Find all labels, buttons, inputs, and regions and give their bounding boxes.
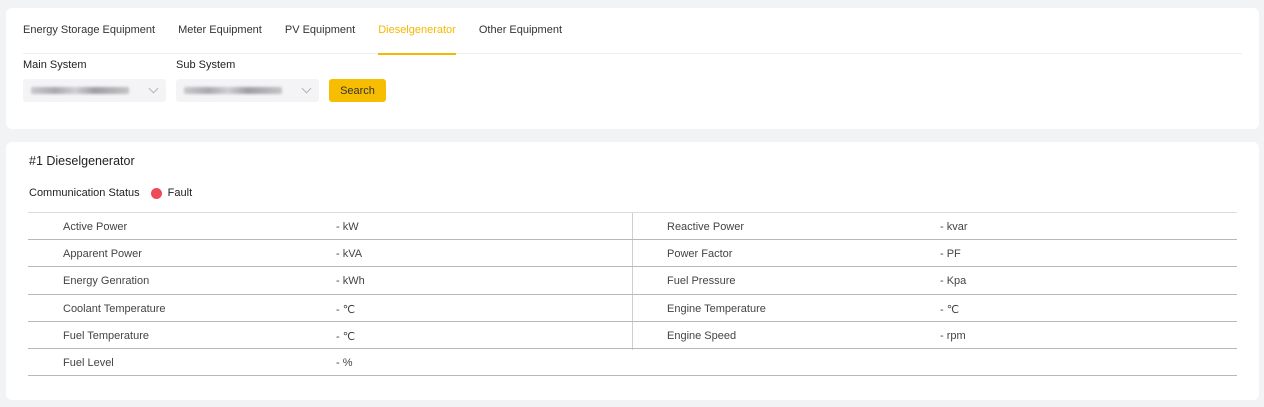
metric-value: - PF (940, 248, 961, 261)
tab-meter[interactable]: Meter Equipment (178, 23, 262, 54)
metric-value: - rpm (940, 329, 966, 342)
search-button[interactable]: Search (329, 79, 386, 102)
metric-label: Fuel Pressure (667, 275, 736, 288)
chevron-down-icon (148, 83, 159, 94)
redacted-value (184, 87, 282, 94)
device-detail-card: #1 Dieselgenerator Communication Status … (6, 142, 1259, 400)
metric-value: - Kpa (940, 275, 967, 288)
metric-label: Power Factor (667, 248, 733, 261)
table-row: Active Power - kW Reactive Power - kvar (28, 213, 1237, 241)
metric-value: - kWh (336, 275, 365, 288)
main-system-select[interactable] (23, 79, 166, 102)
tab-pv[interactable]: PV Equipment (285, 23, 355, 54)
metric-label: Fuel Level (63, 356, 114, 369)
metric-label: Fuel Temperature (63, 329, 150, 342)
metric-value: - kVA (336, 248, 363, 261)
redacted-value (31, 87, 129, 94)
tab-other[interactable]: Other Equipment (479, 23, 562, 54)
filter-card: Energy Storage Equipment Meter Equipment… (6, 8, 1259, 129)
metric-value: - ℃ (336, 330, 356, 343)
metric-label: Reactive Power (667, 221, 745, 233)
metric-value: - ℃ (336, 303, 356, 316)
comm-status-value: Fault (167, 187, 193, 199)
metric-label: Energy Genration (63, 275, 150, 288)
metric-value: - % (336, 356, 353, 369)
metric-value: - kW (336, 221, 359, 233)
table-row: Fuel Temperature - ℃ Engine Speed - rpm (28, 322, 1237, 349)
table-row: Apparent Power - kVA Power Factor - PF (28, 240, 1237, 268)
comm-status-label: Communication Status (29, 187, 140, 199)
status-dot-icon (150, 187, 162, 199)
metric-label: Engine Temperature (667, 302, 766, 315)
metric-label: Engine Speed (667, 329, 737, 342)
table-row: Fuel Level - % (28, 349, 1237, 377)
sub-system-select[interactable] (176, 79, 319, 102)
metric-label: Active Power (63, 221, 128, 233)
table-row: Energy Genration - kWh Fuel Pressure - K… (28, 267, 1237, 295)
equipment-tabs: Energy Storage Equipment Meter Equipment… (23, 23, 1242, 55)
metric-label: Coolant Temperature (63, 302, 166, 315)
sub-system-label: Sub System (176, 59, 236, 71)
metric-value: - ℃ (940, 303, 960, 316)
main-system-label: Main System (23, 59, 87, 71)
metric-value: - kvar (940, 221, 968, 233)
tab-dieselgenerator[interactable]: Dieselgenerator (378, 23, 456, 55)
communication-status: Communication Status Fault (29, 187, 192, 199)
tab-energy-storage[interactable]: Energy Storage Equipment (23, 23, 155, 54)
table-row: Coolant Temperature - ℃ Engine Temperatu… (28, 295, 1237, 322)
chevron-down-icon (301, 83, 312, 94)
device-title: #1 Dieselgenerator (29, 154, 135, 168)
metrics-table: Active Power - kW Reactive Power - kvar … (28, 212, 1237, 377)
metric-label: Apparent Power (63, 248, 142, 261)
